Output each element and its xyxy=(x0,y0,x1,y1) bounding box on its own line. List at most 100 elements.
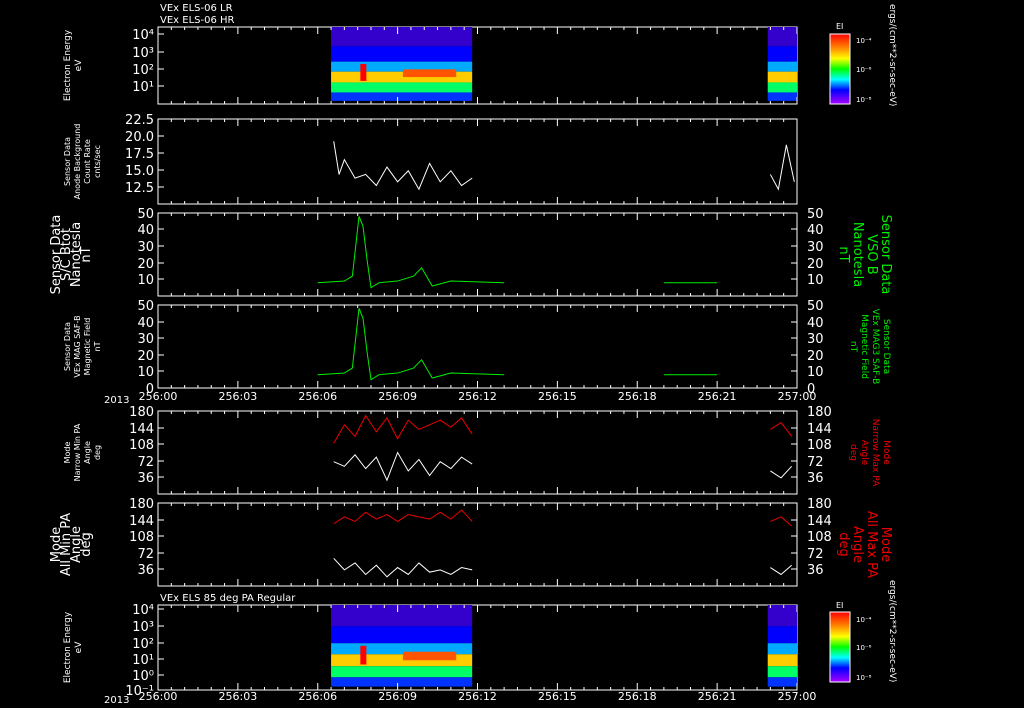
ylabel-right-p3: Nanotesla xyxy=(850,222,865,287)
y-tick-label-p4: 40 xyxy=(137,316,154,331)
y-tick-label-p6: 108 xyxy=(129,530,154,545)
series-line-p5-0 xyxy=(770,465,793,479)
y-tick-label-right-p6: 180 xyxy=(807,497,832,512)
y-tick-label-p6: 144 xyxy=(129,514,154,529)
y-tick-label-p6: 36 xyxy=(137,563,154,578)
ylabel-p4: Magnetic Field xyxy=(83,318,92,376)
y-tick-label-p2: 17.5 xyxy=(125,147,154,162)
time-tick-label-1: 256:21 xyxy=(698,690,737,703)
y-tick-label-right-p4: 30 xyxy=(807,332,824,347)
year-label-mid: 2013 xyxy=(104,395,129,406)
series-line-p6-0 xyxy=(333,557,473,578)
panel-frame-p5 xyxy=(157,410,798,495)
y-tick-label-right-p5: 108 xyxy=(807,438,832,453)
ylabel-p2: Sensor Data xyxy=(63,137,72,186)
colorbar-bottom-tick-2: 10⁻⁶ xyxy=(856,644,872,652)
ylabel-p4: nT xyxy=(93,341,102,351)
y-tick-label-p7: 10⁰ xyxy=(132,669,154,684)
time-tick-label-0: 256:09 xyxy=(378,390,417,403)
colorbar-bottom-label: EI xyxy=(836,601,843,610)
spec-band-peak-p7 xyxy=(767,654,797,667)
panel-frames xyxy=(157,26,798,691)
series-line-p5-0 xyxy=(333,451,473,482)
colorbar-top-label: EI xyxy=(836,22,843,31)
spec-band-cyan-p7 xyxy=(767,643,797,655)
y-tick-label-right-p3: 10 xyxy=(807,273,824,288)
time-tick-label-1: 257:00 xyxy=(778,690,817,703)
y-tick-label-right-p3: 40 xyxy=(807,223,824,238)
title-bottom-1: VEx ELS 85 deg PA Regular xyxy=(160,593,296,604)
time-tick-label-0: 256:06 xyxy=(298,390,337,403)
spec-band-high-p7 xyxy=(331,605,473,627)
ylabel-p3: nT xyxy=(79,246,94,262)
y-tick-label-p4: 20 xyxy=(137,349,154,364)
panel-frame-p4 xyxy=(157,304,798,389)
time-tick-label-0: 257:00 xyxy=(778,390,817,403)
plot-canvas: VEx ELS-06 LR VEx ELS-06 HR VEx ELS 85 d… xyxy=(49,3,897,706)
colorbar-bottom-unit: ergs/(cm**2-sr-sec-eV) xyxy=(887,580,897,682)
ylabel-p5: Angle xyxy=(83,441,92,464)
ylabel-p6: deg xyxy=(79,532,94,557)
ylabel-p2: Anode Background xyxy=(73,124,82,200)
spec-band-low-p7 xyxy=(767,677,797,687)
ylabel-p4: VEx MAG SAF-B xyxy=(73,315,82,377)
series-line-p6-1 xyxy=(333,509,473,525)
y-tick-label-p2: 20.0 xyxy=(125,130,154,145)
title-top-1: VEx ELS-06 LR xyxy=(160,3,233,14)
y-tick-label-p7: 10¹ xyxy=(132,653,154,668)
y-tick-label-p5: 72 xyxy=(137,455,154,470)
time-tick-label-0: 256:18 xyxy=(618,390,657,403)
ylabel-right-p4: nT xyxy=(848,341,858,353)
spec-band-mid-p7 xyxy=(331,626,473,644)
ylabel-p1: eV xyxy=(74,59,84,72)
colorbar-top-tick-2: 10⁻⁶ xyxy=(856,66,872,74)
y-tick-label-right-p5: 36 xyxy=(807,471,824,486)
colorbar-top-gradient xyxy=(829,33,851,105)
trace-layer xyxy=(317,141,795,578)
panel-frame-p6 xyxy=(157,502,798,587)
y-tick-label-p1: 10³ xyxy=(132,46,154,61)
spec-band-mid-p7 xyxy=(767,626,797,644)
ylabel-p4: Sensor Data xyxy=(63,322,72,371)
ylabel-p1: Electron Energy xyxy=(63,29,73,101)
panel-frame-p1 xyxy=(157,26,798,105)
time-tick-label-0: 256:00 xyxy=(139,390,178,403)
colorbar-bottom-tick-1: 10⁻⁴ xyxy=(856,616,872,624)
colorbar-top-tick-1: 10⁻⁴ xyxy=(856,37,872,45)
colorbar-bottom: EI 10⁻⁴ 10⁻⁶ 10⁻⁸ ergs/(cm**2-sr-sec-eV) xyxy=(829,580,897,683)
y-tick-label-p7: 10³ xyxy=(132,620,154,635)
y-tick-label-right-p4: 50 xyxy=(807,299,824,314)
y-tick-label-p3: 20 xyxy=(137,257,154,272)
series-line-p5-1 xyxy=(770,421,793,437)
spec-band-mid-p1 xyxy=(331,46,473,62)
y-tick-label-p5: 108 xyxy=(129,438,154,453)
y-tick-label-right-p5: 180 xyxy=(807,405,832,420)
y-tick-label-right-p3: 20 xyxy=(807,257,824,272)
y-tick-label-p2: 15.0 xyxy=(125,164,154,179)
ylabel-p2: Count Rate xyxy=(83,139,92,184)
y-tick-label-p3: 40 xyxy=(137,223,154,238)
spec-hotspot-p7 xyxy=(360,645,367,665)
y-tick-label-right-p3: 30 xyxy=(807,240,824,255)
panel-frame-p2 xyxy=(157,118,798,205)
time-tick-label-1: 256:15 xyxy=(538,690,577,703)
ylabel-right-p5: deg xyxy=(848,444,858,461)
y-tick-label-right-p6: 144 xyxy=(807,514,832,529)
ylabel-right-p6: All Max PA xyxy=(864,511,879,578)
ylabel-p5: deg xyxy=(93,445,102,460)
y-tick-label-right-p4: 20 xyxy=(807,349,824,364)
spec-band-low-p7 xyxy=(331,677,473,687)
colorbar-top-unit: ergs/(cm**2-sr-sec-eV) xyxy=(887,4,897,106)
y-tick-label-p1: 10⁴ xyxy=(132,28,154,43)
ylabel-right-p6: Angle xyxy=(850,526,865,563)
series-line-p5-1 xyxy=(333,414,473,444)
ylabel-right-p6: deg xyxy=(836,532,851,557)
y-tick-label-right-p6: 108 xyxy=(807,530,832,545)
y-tick-label-p7: 10² xyxy=(132,637,154,652)
time-tick-label-1: 256:09 xyxy=(378,690,417,703)
time-tick-label-1: 256:00 xyxy=(139,690,178,703)
y-tick-label-p5: 144 xyxy=(129,422,154,437)
ylabel-right-p4: Magnetic Field xyxy=(859,314,869,379)
spec-band-low-p1 xyxy=(331,92,473,101)
spec-band-low-p1 xyxy=(767,92,797,101)
